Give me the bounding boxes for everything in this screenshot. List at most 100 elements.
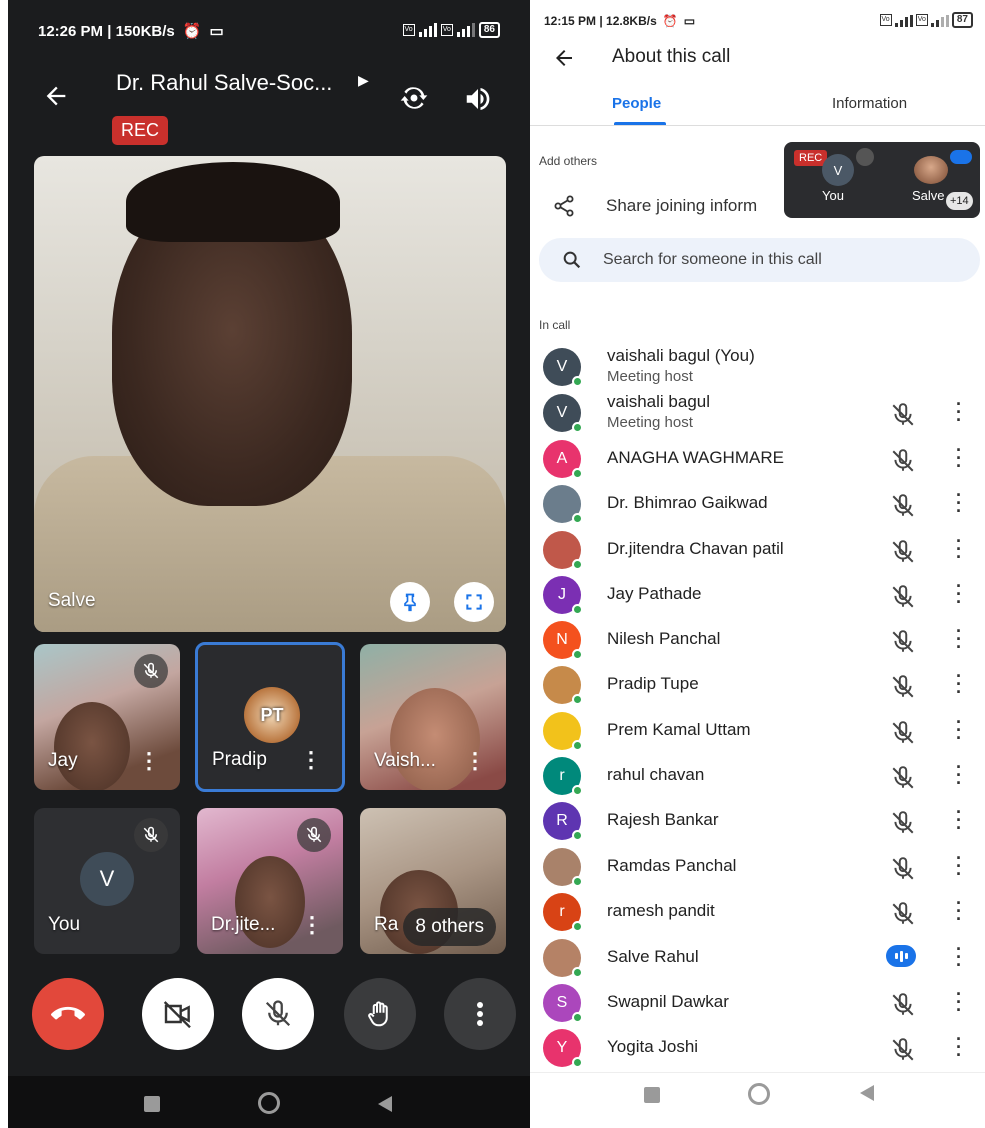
video-hair	[126, 162, 340, 242]
status-icons-left: Vo Vo 86	[402, 22, 500, 38]
more-options-button[interactable]	[444, 978, 516, 1050]
tile-name: Vaish...	[374, 750, 436, 771]
participant-row[interactable]: Vvaishali bagul (You) Meeting host	[530, 344, 985, 389]
participant-row[interactable]: A ANAGHA WAGHMARE · · ·	[530, 436, 985, 481]
back-nav-icon[interactable]	[860, 1085, 874, 1101]
participant-name: ramesh pandit	[607, 901, 715, 920]
video-tile-others[interactable]: Ra 8 others	[360, 808, 506, 954]
chevron-right-icon[interactable]: ▶	[358, 72, 369, 89]
online-status-dot	[572, 694, 583, 705]
search-input[interactable]: Search for someone in this call	[539, 238, 980, 282]
participant-row[interactable]: Vvaishali bagul Meeting host · · ·	[530, 390, 985, 435]
more-vert-icon[interactable]: · · ·	[956, 486, 962, 520]
main-video-tile[interactable]: Salve	[34, 156, 506, 632]
mic-off-icon[interactable]	[890, 493, 916, 524]
back-nav-icon[interactable]	[378, 1096, 392, 1112]
participant-row[interactable]: Prem Kamal Uttam · · ·	[530, 708, 985, 753]
more-vert-icon[interactable]: · · ·	[956, 667, 962, 701]
participant-row[interactable]: J Jay Pathade · · ·	[530, 572, 985, 617]
tab-information[interactable]: Information	[832, 95, 907, 112]
mic-off-icon[interactable]	[890, 629, 916, 660]
participant-row[interactable]: N Nilesh Panchal · · ·	[530, 617, 985, 662]
camera-toggle-button[interactable]	[142, 978, 214, 1050]
more-vert-icon[interactable]: · · ·	[956, 894, 962, 928]
pin-icon	[404, 593, 416, 612]
video-tile-pradip[interactable]: PT Pradip ⋮	[195, 642, 345, 792]
more-vert-icon[interactable]: · · ·	[956, 395, 962, 429]
mic-off-icon[interactable]	[890, 810, 916, 841]
more-vert-icon[interactable]: · · ·	[956, 940, 962, 974]
mic-off-icon[interactable]	[890, 856, 916, 887]
video-tile-vaishali[interactable]: Vaish... ⋮	[360, 644, 506, 790]
participant-row[interactable]: R Rajesh Bankar · · ·	[530, 798, 985, 843]
participant-name: Swapnil Dawkar	[607, 992, 729, 1011]
pin-button[interactable]	[390, 582, 430, 622]
participant-row[interactable]: S Swapnil Dawkar · · ·	[530, 980, 985, 1025]
raise-hand-button[interactable]	[344, 978, 416, 1050]
more-vert-icon[interactable]: ⋮	[138, 750, 160, 772]
tile-name-salve: Salve	[48, 590, 96, 611]
more-vert-icon[interactable]: · · ·	[956, 622, 962, 656]
more-vert-icon[interactable]: ⋮	[300, 749, 322, 771]
participant-row[interactable]: Dr.jitendra Chavan patil · · ·	[530, 527, 985, 572]
more-vert-icon[interactable]: · · ·	[956, 713, 962, 747]
mic-off-icon[interactable]	[890, 720, 916, 751]
mic-off-icon[interactable]	[890, 1037, 916, 1068]
others-count-pill[interactable]: 8 others	[403, 908, 496, 946]
participant-row[interactable]: Dr. Bhimrao Gaikwad · · ·	[530, 481, 985, 526]
battery-icon: 87	[951, 12, 973, 28]
more-vert-icon[interactable]: · · ·	[956, 985, 962, 1019]
mic-off-icon[interactable]	[890, 674, 916, 705]
mic-off-icon[interactable]	[890, 765, 916, 796]
more-vert-icon[interactable]: · · ·	[956, 1030, 962, 1064]
mic-off-icon[interactable]	[890, 901, 916, 932]
pip-label-salve: Salve	[912, 188, 945, 203]
home-icon[interactable]	[258, 1092, 280, 1114]
mic-off-icon	[134, 654, 168, 688]
more-vert-icon[interactable]: · · ·	[956, 441, 962, 475]
share-joining-info-button[interactable]: Share joining inform	[552, 194, 757, 218]
recents-icon[interactable]	[644, 1087, 660, 1103]
participant-row[interactable]: Ramdas Panchal · · ·	[530, 844, 985, 889]
participant-name: Dr. Bhimrao Gaikwad	[607, 493, 768, 512]
video-tile-you[interactable]: V You	[34, 808, 180, 954]
more-vert-icon[interactable]: · · ·	[956, 849, 962, 883]
more-vert-icon[interactable]: · · ·	[956, 758, 962, 792]
mic-off-icon[interactable]	[890, 448, 916, 479]
mic-toggle-button[interactable]	[242, 978, 314, 1050]
tab-people[interactable]: People	[612, 95, 661, 112]
mic-off-icon[interactable]	[890, 584, 916, 615]
status-time: 12:26 PM | 150KB/s	[38, 22, 175, 40]
participant-row[interactable]: Pradip Tupe · · ·	[530, 662, 985, 707]
more-vert-icon[interactable]: · · ·	[956, 577, 962, 611]
more-vert-icon[interactable]: · · ·	[956, 532, 962, 566]
more-vert-icon[interactable]: · · ·	[956, 803, 962, 837]
alarm-icon: ⏰	[662, 14, 678, 28]
speaker-icon[interactable]	[463, 84, 493, 119]
participant-name: Salve Rahul	[607, 947, 699, 966]
tile-name: Ra	[374, 914, 399, 935]
video-tile-jitendra[interactable]: Dr.jite... ⋮	[197, 808, 343, 954]
participant-row[interactable]: Salve Rahul · · ·	[530, 935, 985, 980]
videocam-off-icon	[163, 1001, 191, 1029]
fullscreen-button[interactable]	[454, 582, 494, 622]
participant-row[interactable]: r ramesh pandit · · ·	[530, 889, 985, 934]
signal-icon	[418, 23, 437, 37]
picture-in-picture-preview[interactable]: REC V You Salve +14	[784, 142, 980, 218]
home-icon[interactable]	[748, 1083, 770, 1105]
more-vert-icon[interactable]: ⋮	[301, 914, 323, 936]
more-vert-icon[interactable]: ⋮	[464, 750, 486, 772]
back-arrow-icon[interactable]	[552, 46, 576, 75]
video-tile-jay[interactable]: Jay ⋮	[34, 644, 180, 790]
switch-camera-icon[interactable]	[398, 82, 430, 119]
recents-icon[interactable]	[144, 1096, 160, 1112]
participant-row[interactable]: r rahul chavan · · ·	[530, 753, 985, 798]
end-call-button[interactable]	[32, 978, 104, 1050]
participant-row[interactable]: Y Yogita Joshi · · ·	[530, 1025, 985, 1070]
back-arrow-icon[interactable]	[42, 82, 70, 115]
mic-off-icon[interactable]	[890, 402, 916, 433]
mic-off-icon[interactable]	[890, 992, 916, 1023]
mic-off-icon[interactable]	[890, 539, 916, 570]
mic-off-icon	[297, 818, 331, 852]
meeting-title[interactable]: Dr. Rahul Salve-Soc...	[116, 70, 332, 96]
